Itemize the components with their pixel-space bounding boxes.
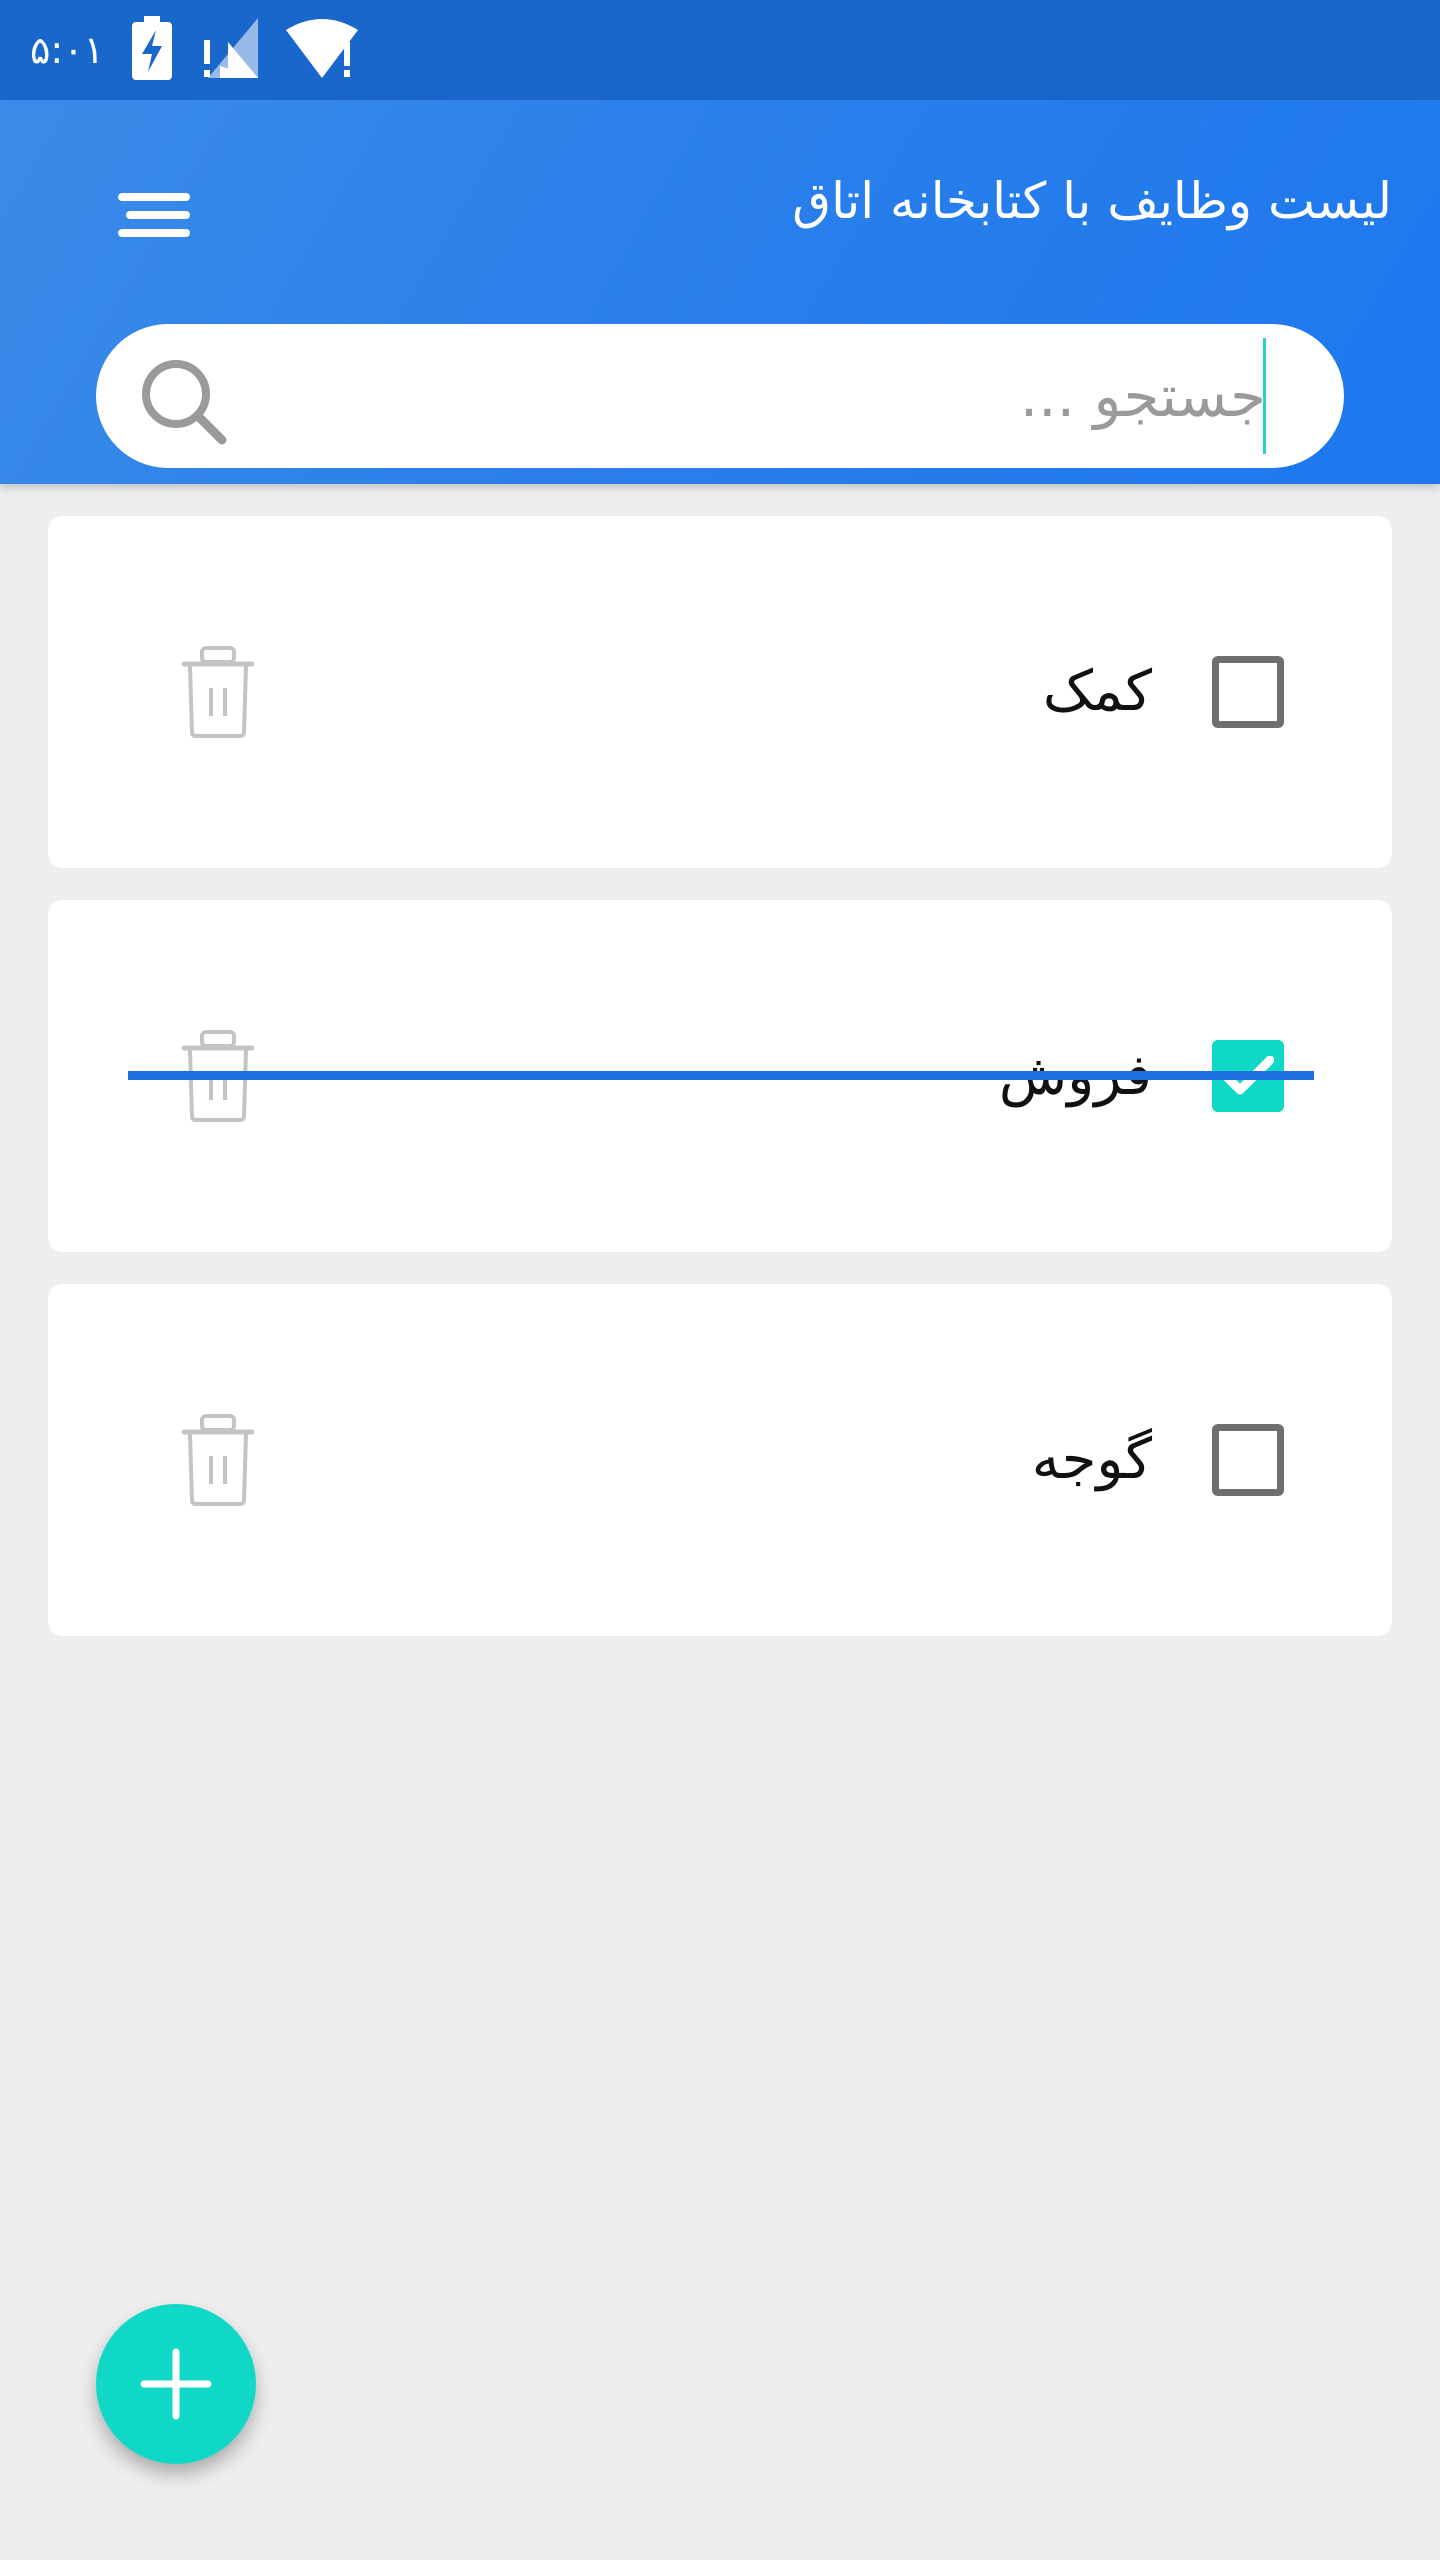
trash-icon[interactable] (178, 644, 258, 740)
search-icon[interactable] (140, 358, 230, 448)
plus-icon (140, 2348, 212, 2420)
trash-icon[interactable] (178, 1412, 258, 1508)
task-list: کمک فروش گوجه (48, 516, 1392, 1668)
task-checkbox[interactable] (1212, 656, 1284, 728)
wifi-alert-icon (286, 18, 359, 82)
completed-strikethrough (128, 1071, 1314, 1080)
search-bar[interactable] (96, 324, 1344, 468)
page-title: لیست وظایف با کتابخانه اتاق (792, 172, 1392, 230)
search-input[interactable] (286, 342, 1266, 450)
app-header: لیست وظایف با کتابخانه اتاق (0, 100, 1440, 484)
task-checkbox[interactable] (1212, 1424, 1284, 1496)
status-time: ۵:۰۱ (30, 28, 105, 72)
status-bar: ۵:۰۱ (0, 0, 1440, 100)
task-label: گوجه (1031, 1427, 1152, 1492)
cell-signal-alert-icon (200, 18, 259, 82)
task-item[interactable]: فروش (48, 900, 1392, 1252)
text-cursor (1263, 338, 1266, 454)
battery-charging-icon (132, 16, 173, 84)
task-item[interactable]: کمک (48, 516, 1392, 868)
task-item[interactable]: گوجه (48, 1284, 1392, 1636)
add-task-button[interactable] (96, 2304, 256, 2464)
menu-icon[interactable] (100, 180, 190, 250)
toolbar: لیست وظایف با کتابخانه اتاق (0, 100, 1440, 325)
task-label: کمک (1042, 659, 1152, 724)
